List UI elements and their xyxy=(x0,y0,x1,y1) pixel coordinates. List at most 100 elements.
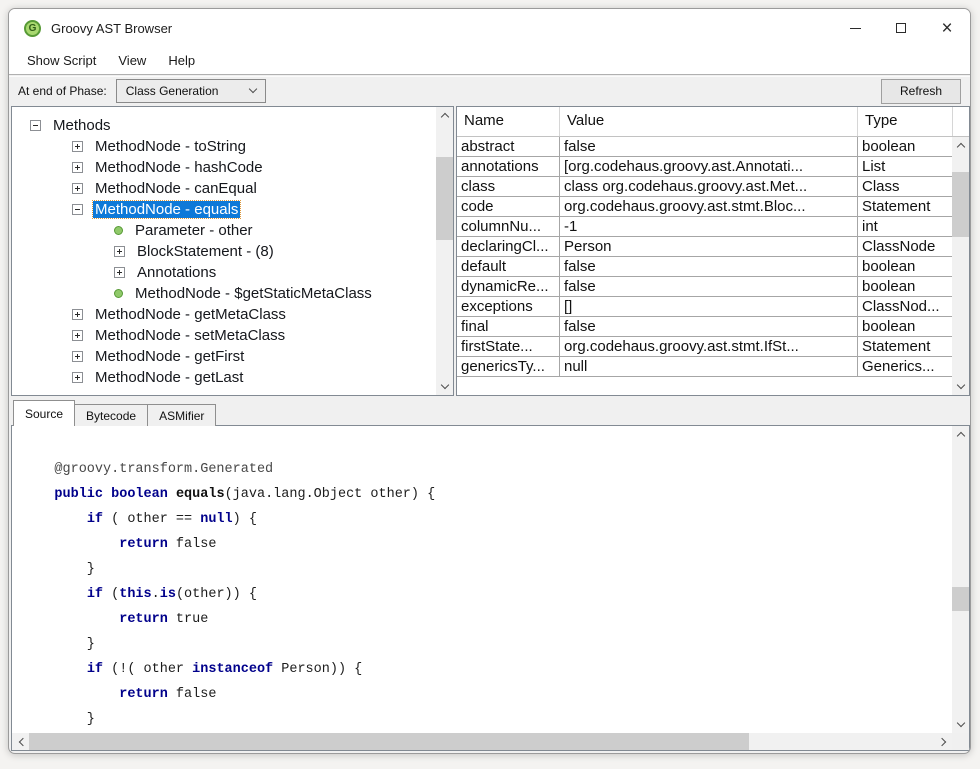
scroll-down-button[interactable] xyxy=(436,378,453,395)
expand-plus-icon[interactable] xyxy=(72,351,83,362)
scroll-up-button[interactable] xyxy=(436,107,453,124)
tree-node-label[interactable]: Parameter - other xyxy=(133,222,255,239)
table-cell: int xyxy=(858,217,953,236)
phase-combobox[interactable]: Class Generation xyxy=(116,79,266,103)
table-row[interactable]: defaultfalseboolean xyxy=(457,257,969,277)
tab-source[interactable]: Source xyxy=(13,400,75,426)
table-cell: default xyxy=(457,257,560,276)
code-token: @groovy.transform.Generated xyxy=(54,462,273,477)
table-vertical-scrollbar[interactable] xyxy=(952,137,969,395)
tree-scrollbar-thumb[interactable] xyxy=(436,157,453,240)
chevron-down-icon xyxy=(440,380,448,388)
table-row[interactable]: classclass org.codehaus.groovy.ast.Met..… xyxy=(457,177,969,197)
expand-plus-icon[interactable] xyxy=(72,183,83,194)
tab-bytecode[interactable]: Bytecode xyxy=(74,404,148,426)
table-row[interactable]: firstState...org.codehaus.groovy.ast.stm… xyxy=(457,337,969,357)
table-row[interactable]: declaringCl...PersonClassNode xyxy=(457,237,969,257)
tree-node-label[interactable]: MethodNode - setMetaClass xyxy=(93,327,287,344)
tree-node[interactable]: MethodNode - canEqual xyxy=(12,178,436,199)
code-vscrollbar-thumb[interactable] xyxy=(952,587,969,611)
close-button[interactable]: × xyxy=(924,9,970,47)
column-header-name[interactable]: Name xyxy=(457,107,560,136)
expand-plus-icon[interactable] xyxy=(114,267,125,278)
table-row[interactable]: codeorg.codehaus.groovy.ast.stmt.Bloc...… xyxy=(457,197,969,217)
code-hscrollbar-thumb[interactable] xyxy=(29,733,749,750)
tree-node-label[interactable]: MethodNode - equals xyxy=(93,201,240,218)
table-row[interactable]: finalfalseboolean xyxy=(457,317,969,337)
scroll-up-button[interactable] xyxy=(952,426,969,443)
tree-node[interactable]: Methods xyxy=(12,115,436,136)
tree-node[interactable]: BlockStatement - (8) xyxy=(12,241,436,262)
tree-node[interactable]: MethodNode - hashCode xyxy=(12,157,436,178)
table-cell: Generics... xyxy=(858,357,953,376)
column-header-type[interactable]: Type xyxy=(858,107,953,136)
ast-tree: Methods MethodNode - toString MethodNode -… xyxy=(12,107,436,395)
tree-node-label[interactable]: MethodNode - getMetaClass xyxy=(93,306,288,323)
tree-node[interactable]: Annotations xyxy=(12,262,436,283)
tree-node[interactable]: MethodNode - getLast xyxy=(12,367,436,388)
table-row[interactable]: annotations[org.codehaus.groovy.ast.Anno… xyxy=(457,157,969,177)
tree-node-label[interactable]: Methods xyxy=(51,117,113,134)
maximize-button[interactable] xyxy=(878,9,924,47)
column-header-value[interactable]: Value xyxy=(560,107,858,136)
tree-node-label[interactable]: BlockStatement - (8) xyxy=(135,243,276,260)
tree-node-label[interactable]: MethodNode - toString xyxy=(93,138,248,155)
code-token: public xyxy=(54,487,103,502)
table-row[interactable]: exceptions[]ClassNod... xyxy=(457,297,969,317)
menu-item-help[interactable]: Help xyxy=(157,48,206,73)
tree-node[interactable]: Parameter - other xyxy=(12,220,436,241)
menu-item-view[interactable]: View xyxy=(107,48,157,73)
scroll-down-button[interactable] xyxy=(952,716,969,733)
menu-item-show-script[interactable]: Show Script xyxy=(16,48,107,73)
tree-node[interactable]: MethodNode - $getStaticMetaClass xyxy=(12,283,436,304)
code-line: if ( other == null) { xyxy=(22,507,952,532)
code-line: return false xyxy=(22,682,952,707)
table-scrollbar-thumb[interactable] xyxy=(952,172,969,237)
code-token: boolean xyxy=(111,487,168,502)
expand-plus-icon[interactable] xyxy=(72,309,83,320)
tree-node-label[interactable]: MethodNode - getFirst xyxy=(93,348,246,365)
table-cell: genericsTy... xyxy=(457,357,560,376)
tree-node[interactable]: MethodNode - getMetaClass xyxy=(12,304,436,325)
tree-node[interactable]: MethodNode - setMetaClass xyxy=(12,325,436,346)
table-cell: Statement xyxy=(858,337,953,356)
code-token: return xyxy=(119,687,168,702)
table-row[interactable]: dynamicRe...falseboolean xyxy=(457,277,969,297)
scroll-left-button[interactable] xyxy=(12,733,29,750)
code-vertical-scrollbar[interactable] xyxy=(952,426,969,733)
tree-node[interactable]: MethodNode - getFirst xyxy=(12,346,436,367)
scroll-up-button[interactable] xyxy=(952,137,969,154)
code-token xyxy=(103,487,111,502)
code-line: public boolean equals(java.lang.Object o… xyxy=(22,482,952,507)
expand-plus-icon[interactable] xyxy=(72,162,83,173)
table-row[interactable]: abstractfalseboolean xyxy=(457,137,969,157)
tree-node[interactable]: MethodNode - equals xyxy=(12,199,436,220)
tree-node-label[interactable]: Annotations xyxy=(135,264,218,281)
expand-plus-icon[interactable] xyxy=(72,372,83,383)
tab-asmifier[interactable]: ASMifier xyxy=(147,404,216,426)
tree-node[interactable]: MethodNode - toString xyxy=(12,136,436,157)
table-cell: List xyxy=(858,157,953,176)
table-row[interactable]: genericsTy...nullGenerics... xyxy=(457,357,969,377)
minimize-button[interactable] xyxy=(832,9,878,47)
code-horizontal-scrollbar[interactable] xyxy=(12,733,952,750)
tree-vertical-scrollbar[interactable] xyxy=(436,107,453,395)
table-row[interactable]: columnNu...-1int xyxy=(457,217,969,237)
scroll-down-button[interactable] xyxy=(952,378,969,395)
refresh-button[interactable]: Refresh xyxy=(881,79,961,104)
scroll-right-button[interactable] xyxy=(935,733,952,750)
tree-node-label[interactable]: MethodNode - $getStaticMetaClass xyxy=(133,285,374,302)
expand-plus-icon[interactable] xyxy=(114,246,125,257)
tree-node-label[interactable]: MethodNode - canEqual xyxy=(93,180,259,197)
collapse-minus-icon[interactable] xyxy=(72,204,83,215)
source-code-panel: @groovy.transform.Generated public boole… xyxy=(11,425,970,751)
tree-node-label[interactable]: MethodNode - hashCode xyxy=(93,159,265,176)
code-token: false xyxy=(168,537,217,552)
table-cell: false xyxy=(560,277,858,296)
expand-plus-icon[interactable] xyxy=(72,330,83,341)
collapse-minus-icon[interactable] xyxy=(30,120,41,131)
expand-plus-icon[interactable] xyxy=(72,141,83,152)
tree-node-label[interactable]: MethodNode - getLast xyxy=(93,369,245,386)
table-cell: ClassNod... xyxy=(858,297,953,316)
window-controls: × xyxy=(832,9,970,47)
